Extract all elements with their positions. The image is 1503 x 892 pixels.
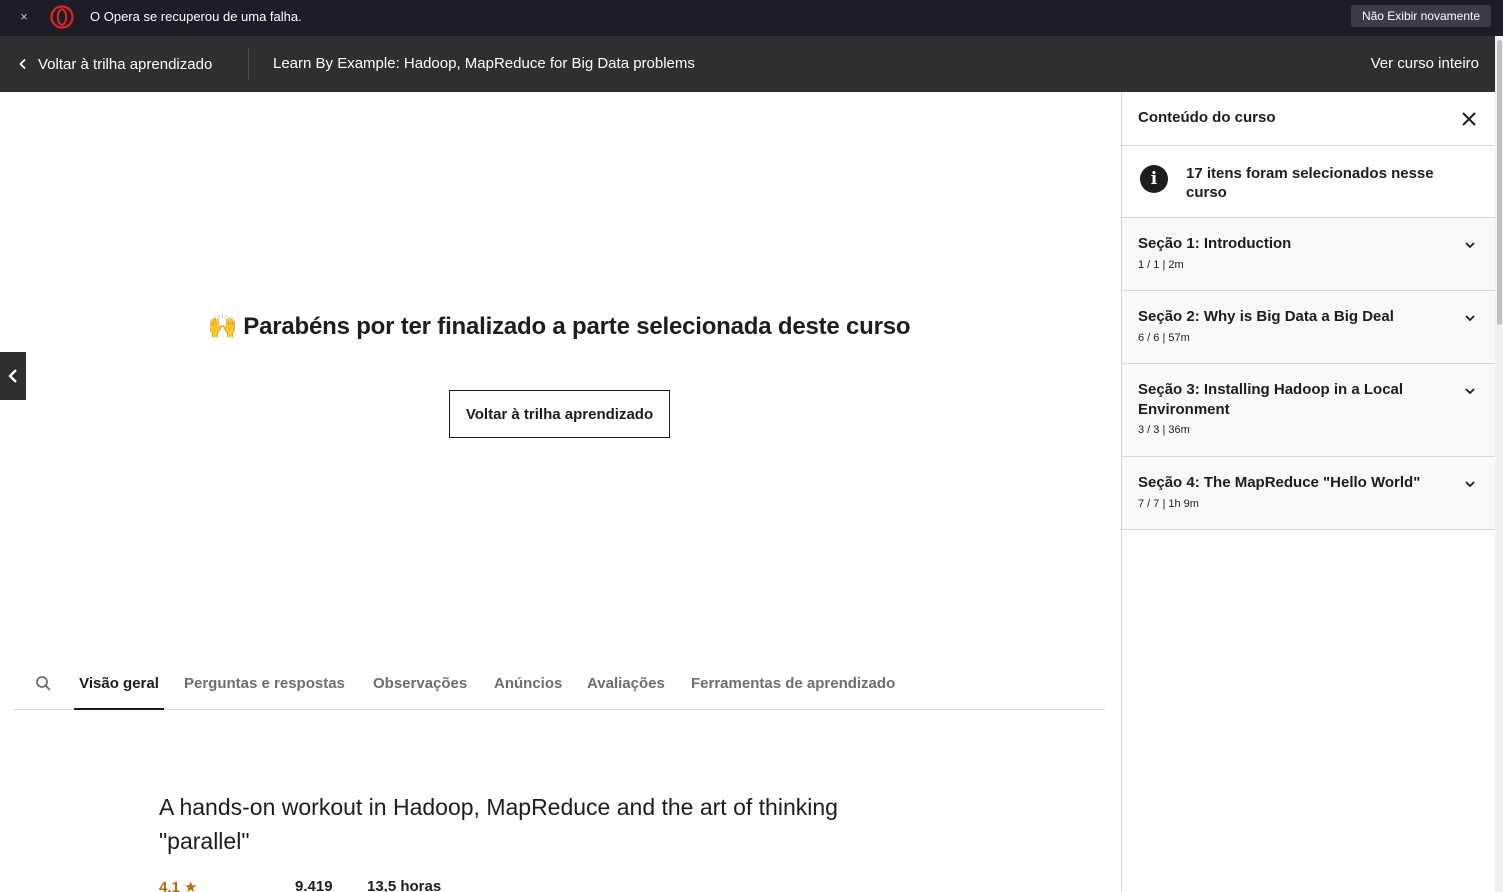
student-count: 9.419	[295, 878, 333, 892]
view-full-course-link[interactable]: Ver curso inteiro	[1371, 36, 1479, 92]
opera-crash-bar: × O Opera se recuperou de uma falha. Não…	[0, 0, 1503, 36]
back-to-learning-path-link[interactable]: Voltar à trilha aprendizado	[18, 36, 212, 92]
page-scrollbar-thumb[interactable]	[1497, 40, 1502, 325]
chevron-left-icon	[8, 369, 17, 383]
opera-crash-message: O Opera se recuperou de uma falha.	[90, 9, 302, 24]
dont-show-again-button[interactable]: Não Exibir novamente	[1350, 5, 1491, 27]
course-header: Voltar à trilha aprendizado Learn By Exa…	[0, 36, 1503, 92]
selected-items-notice: i 17 itens foram selecionados nesse curs…	[1122, 146, 1495, 218]
section-title: Seção 1: Introduction	[1138, 235, 1292, 252]
header-divider	[248, 48, 249, 80]
section-title: Seção 2: Why is Big Data a Big Deal	[1138, 308, 1394, 325]
congrats-message: 🙌 Parabéns por ter finalizado a parte sel…	[0, 312, 1118, 341]
chevron-down-icon	[1465, 388, 1475, 395]
course-rating: 4.1 ★	[159, 878, 197, 892]
course-title: Learn By Example: Hadoop, MapReduce for …	[273, 55, 695, 72]
tab-questions-answers[interactable]: Perguntas e respostas	[184, 660, 345, 710]
chevron-down-icon	[1465, 315, 1475, 322]
expand-sidebar-button[interactable]	[0, 352, 26, 400]
star-icon: ★	[184, 879, 198, 892]
section-item[interactable]: Seção 1: Introduction 1 / 1 | 2m	[1122, 218, 1495, 291]
tab-announcements[interactable]: Anúncios	[494, 660, 562, 710]
selected-items-text: 17 itens foram selecionados nesse curso	[1186, 165, 1434, 201]
raising-hands-icon: 🙌	[207, 313, 238, 340]
course-tabs: Visão geral Perguntas e respostas Observ…	[14, 660, 1105, 710]
section-progress: 6 / 6 | 57m	[1138, 332, 1190, 344]
chevron-left-icon	[19, 58, 26, 70]
total-hours: 13,5 horas	[367, 878, 442, 892]
search-icon[interactable]	[34, 674, 54, 694]
congrats-text: Parabéns por ter finalizado a parte sele…	[243, 313, 911, 340]
rating-value: 4.1	[159, 879, 180, 892]
tab-reviews[interactable]: Avaliações	[587, 660, 665, 710]
tab-learning-tools[interactable]: Ferramentas de aprendizado	[691, 660, 895, 710]
section-progress: 1 / 1 | 2m	[1138, 259, 1184, 271]
chevron-down-icon	[1465, 242, 1475, 249]
info-icon: i	[1140, 165, 1168, 193]
course-headline: A hands-on workout in Hadoop, MapReduce …	[159, 794, 838, 854]
section-item[interactable]: Seção 4: The MapReduce "Hello World" 7 /…	[1122, 457, 1495, 530]
close-icon[interactable]	[1459, 109, 1479, 129]
close-icon[interactable]: ×	[16, 8, 32, 26]
section-item[interactable]: Seção 3: Installing Hadoop in a Local En…	[1122, 364, 1495, 457]
tab-overview[interactable]: Visão geral	[74, 660, 164, 710]
tab-notes[interactable]: Observações	[373, 660, 467, 710]
return-to-learning-path-button[interactable]: Voltar à trilha aprendizado	[449, 390, 670, 438]
sidebar-title: Conteúdo do curso	[1138, 109, 1276, 126]
section-item[interactable]: Seção 2: Why is Big Data a Big Deal 6 / …	[1122, 291, 1495, 364]
section-progress: 3 / 3 | 36m	[1138, 424, 1190, 436]
back-link-label: Voltar à trilha aprendizado	[38, 55, 213, 73]
chevron-down-icon	[1465, 481, 1475, 488]
opera-logo-icon	[50, 5, 74, 29]
course-content-sidebar: Conteúdo do curso i 17 itens foram selec…	[1121, 92, 1495, 892]
section-title: Seção 4: The MapReduce "Hello World"	[1138, 474, 1421, 491]
sidebar-header: Conteúdo do curso	[1122, 92, 1495, 146]
section-title: Seção 3: Installing Hadoop in a Local En…	[1138, 381, 1404, 418]
section-progress: 7 / 7 | 1h 9m	[1138, 498, 1199, 510]
